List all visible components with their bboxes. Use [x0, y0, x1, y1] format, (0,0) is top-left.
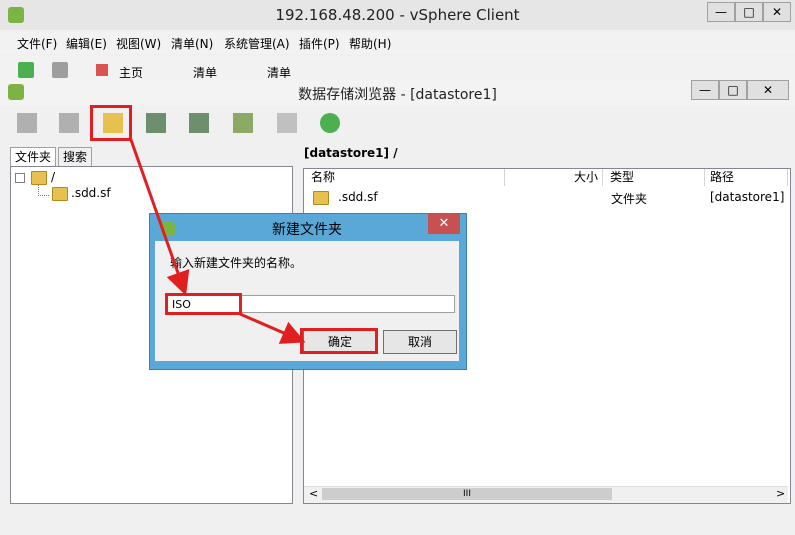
annotation-arrows — [128, 136, 306, 344]
arrow-toolbar-to-input — [128, 136, 190, 296]
arrow-input-to-ok — [239, 312, 306, 344]
